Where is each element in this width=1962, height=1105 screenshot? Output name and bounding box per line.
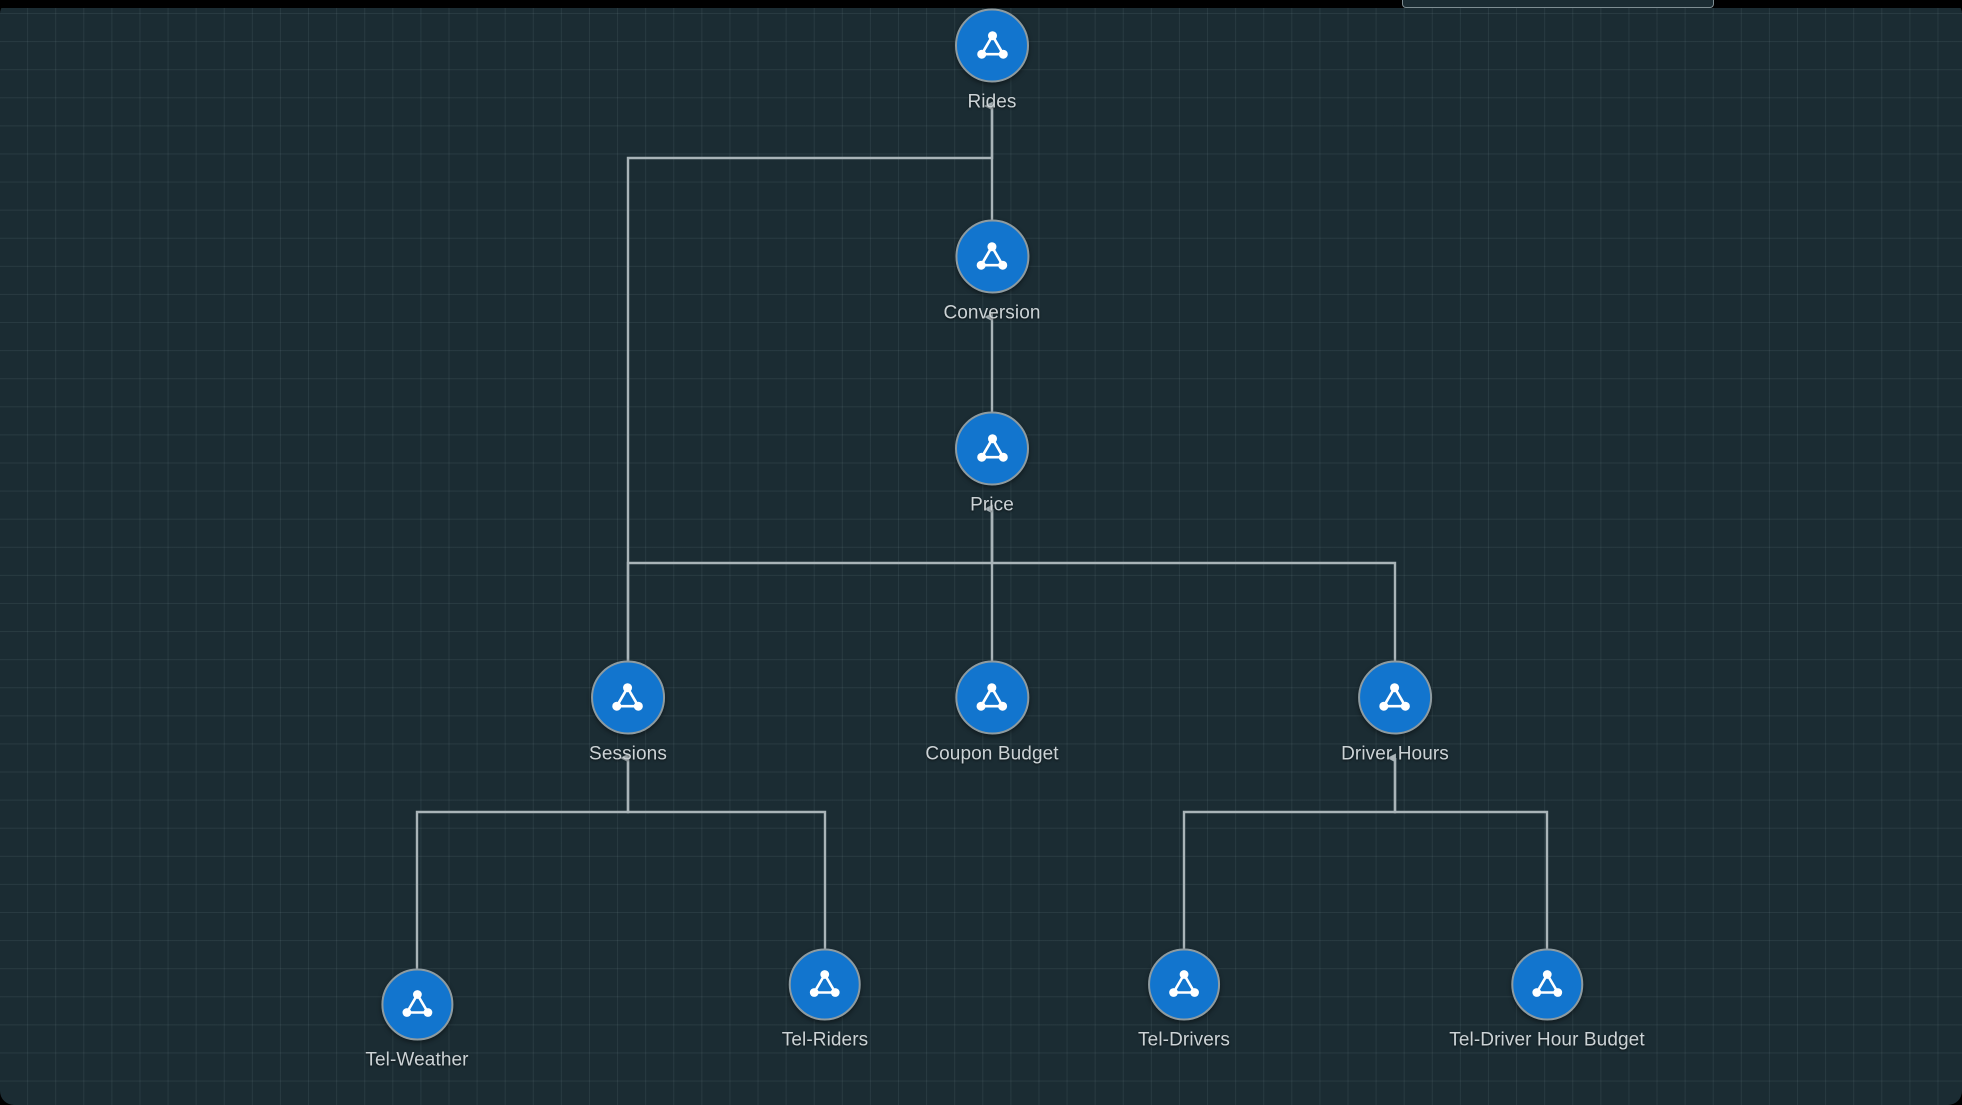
edge-sessions-to-price [626, 504, 994, 676]
graph-node-conversion[interactable]: Conversion [943, 219, 1041, 325]
triangle-graph-icon [976, 241, 1008, 270]
triangle-graph-icon [612, 682, 644, 711]
node-label: Price [970, 494, 1014, 516]
node-label: Rides [967, 91, 1017, 113]
node-label: Driver Hours [1341, 743, 1449, 765]
edge-tel_weather-to-sessions [415, 753, 630, 984]
triangle-graph-icon [1532, 970, 1562, 997]
graph-node-tel_driver_hour_budget[interactable]: Tel-Driver Hour Budget [1449, 948, 1645, 1052]
partial-toolbar-panel[interactable] [1402, 0, 1714, 8]
edge-driver_hours-to-price [984, 504, 1397, 676]
edge-tel_drivers-to-driver_hours [1182, 753, 1397, 964]
edge-tel_riders-to-sessions [620, 753, 827, 964]
node-circle[interactable] [1510, 948, 1583, 1021]
triangle-graph-icon [976, 30, 1008, 59]
node-label: Sessions [589, 743, 667, 765]
triangle-graph-icon [1379, 682, 1411, 711]
edge-layer [415, 101, 1549, 984]
node-label: Tel-Drivers [1138, 1029, 1230, 1051]
triangle-graph-icon [402, 990, 432, 1017]
node-label: Tel-Riders [781, 1029, 869, 1051]
node-circle[interactable] [381, 968, 453, 1041]
graph-node-price[interactable]: Price [955, 411, 1029, 517]
graph-node-tel_weather[interactable]: Tel-Weather [365, 968, 469, 1072]
node-circle[interactable] [789, 948, 861, 1021]
node-circle[interactable] [1147, 948, 1220, 1021]
node-circle[interactable] [954, 660, 1029, 735]
node-circle[interactable] [955, 8, 1029, 83]
node-label: Conversion [943, 302, 1041, 324]
node-label: Coupon Budget [925, 743, 1059, 765]
node-circle[interactable] [1357, 660, 1432, 735]
triangle-graph-icon [976, 682, 1008, 711]
node-label: Tel-Weather [365, 1049, 469, 1071]
graph-canvas[interactable]: Rides Conversion Price Sessions Coupon Budge… [0, 0, 1962, 1105]
graph-node-driver_hours[interactable]: Driver Hours [1341, 660, 1449, 766]
triangle-graph-icon [976, 433, 1008, 462]
graph-node-sessions[interactable]: Sessions [589, 660, 667, 766]
edge-sessions-to-rides [626, 101, 994, 676]
graph-node-tel_riders[interactable]: Tel-Riders [781, 948, 869, 1052]
node-circle[interactable] [591, 660, 665, 735]
triangle-graph-icon [810, 970, 840, 997]
node-circle[interactable] [954, 219, 1029, 294]
edge-tel_driver_hour_budget-to-driver_hours [1387, 753, 1549, 964]
node-label: Tel-Driver Hour Budget [1449, 1029, 1645, 1051]
graph-node-rides[interactable]: Rides [955, 8, 1029, 114]
triangle-graph-icon [1169, 970, 1199, 997]
node-circle[interactable] [955, 411, 1029, 486]
graph-node-coupon_budget[interactable]: Coupon Budget [925, 660, 1059, 766]
graph-app: Rides Conversion Price Sessions Coupon Budge… [0, 0, 1962, 1105]
graph-node-tel_drivers[interactable]: Tel-Drivers [1138, 948, 1230, 1052]
